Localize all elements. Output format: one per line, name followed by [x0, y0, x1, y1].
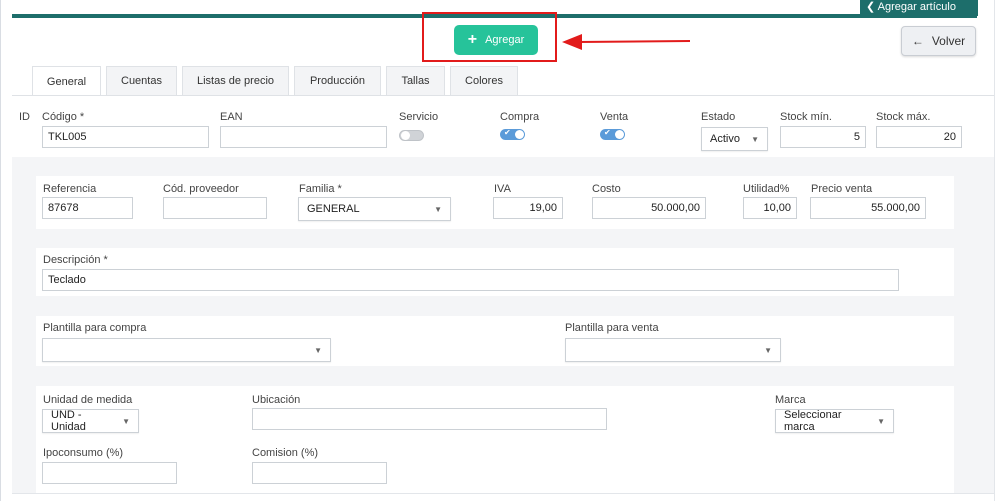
caret-down-icon: ▼ [314, 345, 322, 355]
utilidad-input[interactable]: 10,00 [743, 197, 797, 219]
estado-label: Estado [701, 111, 736, 123]
ipoconsumo-label: Ipoconsumo (%) [43, 447, 124, 459]
cod-proveedor-input[interactable] [163, 197, 267, 219]
caret-down-icon: ▼ [434, 204, 442, 214]
marca-value: Seleccionar marca [784, 409, 842, 433]
add-button-label: Agregar [485, 34, 525, 46]
tabs-divider [12, 95, 994, 96]
servicio-label: Servicio [399, 111, 439, 123]
iva-input[interactable]: 19,00 [493, 197, 563, 219]
back-button-label: Volver [931, 34, 966, 48]
plantilla-compra-select[interactable]: ▼ [42, 338, 331, 362]
check-icon: ✔ [504, 128, 511, 137]
tab-general[interactable]: General [32, 66, 101, 96]
tab-label: Listas de precio [196, 75, 275, 87]
cod-proveedor-label: Cód. proveedor [163, 183, 239, 195]
compra-label: Compra [500, 111, 540, 123]
tab-label: Colores [465, 75, 503, 87]
unidad-select[interactable]: UND - Unidad ▼ [42, 409, 139, 433]
marca-label: Marca [775, 394, 806, 406]
header-badge-label: Agregar artículo [877, 1, 956, 13]
plantilla-compra-label: Plantilla para compra [43, 322, 147, 334]
ubicacion-label: Ubicación [252, 394, 301, 406]
tab-label: General [46, 75, 87, 88]
back-button[interactable]: ← Volver [901, 26, 976, 56]
descripcion-label: Descripción * [43, 254, 108, 266]
precio-venta-input[interactable]: 55.000,00 [810, 197, 926, 219]
codigo-input[interactable]: TKL005 [42, 126, 209, 148]
plantilla-venta-label: Plantilla para venta [565, 322, 659, 334]
unidad-value: UND - Unidad [51, 409, 86, 433]
referencia-input[interactable]: 87678 [42, 197, 133, 219]
tab-colores[interactable]: Colores [450, 66, 518, 95]
stock-min-input[interactable]: 5 [780, 126, 866, 148]
venta-label: Venta [600, 111, 629, 123]
caret-down-icon: ▼ [751, 134, 759, 144]
caret-down-icon: ▼ [122, 416, 130, 426]
marca-select[interactable]: Seleccionar marca ▼ [775, 409, 894, 433]
tab-label: Producción [309, 75, 366, 87]
comision-input[interactable] [252, 462, 387, 484]
plantilla-venta-select[interactable]: ▼ [565, 338, 781, 362]
back-arrow-icon: ❮ [866, 1, 876, 13]
ipoconsumo-input[interactable] [42, 462, 177, 484]
costo-label: Costo [592, 183, 621, 195]
comision-label: Comision (%) [252, 447, 319, 459]
familia-select[interactable]: GENERAL ▼ [298, 197, 451, 221]
right-border [994, 0, 995, 501]
add-button[interactable]: + Agregar [454, 25, 538, 55]
costo-input[interactable]: 50.000,00 [592, 197, 706, 219]
ean-label: EAN [220, 111, 243, 123]
tab-tallas[interactable]: Tallas [386, 66, 445, 95]
tab-produccion[interactable]: Producción [294, 66, 381, 95]
venta-toggle[interactable]: ✔ [600, 128, 625, 140]
descripcion-input[interactable]: Teclado [42, 269, 899, 291]
unidad-label: Unidad de medida [43, 394, 133, 406]
ean-input[interactable] [220, 126, 387, 148]
estado-value: Activo [710, 133, 740, 145]
pointer-arrow-icon [562, 34, 691, 50]
plus-icon: + [467, 31, 478, 48]
id-label: ID [19, 111, 30, 123]
precio-venta-label: Precio venta [811, 183, 873, 195]
caret-down-icon: ▼ [764, 345, 772, 355]
arrow-left-icon: ← [911, 34, 924, 48]
stock-min-label: Stock mín. [780, 111, 832, 123]
estado-select[interactable]: Activo ▼ [701, 127, 768, 151]
tab-cuentas[interactable]: Cuentas [106, 66, 177, 95]
check-icon: ✔ [604, 128, 611, 137]
referencia-label: Referencia [43, 183, 97, 195]
bottom-divider [12, 493, 994, 494]
header-badge[interactable]: ❮ Agregar artículo [860, 0, 978, 16]
compra-toggle[interactable]: ✔ [500, 128, 525, 140]
stock-max-input[interactable]: 20 [876, 126, 962, 148]
utilidad-label: Utilidad% [743, 183, 790, 195]
codigo-label: Código * [42, 111, 85, 123]
tab-label: Tallas [401, 75, 430, 87]
servicio-toggle[interactable] [399, 130, 424, 141]
tab-listas-de-precio[interactable]: Listas de precio [182, 66, 289, 95]
familia-label: Familia * [299, 183, 342, 195]
iva-label: IVA [494, 183, 511, 195]
familia-value: GENERAL [307, 203, 360, 215]
left-border [0, 0, 1, 501]
tab-label: Cuentas [121, 75, 162, 87]
stock-max-label: Stock máx. [876, 111, 931, 123]
ubicacion-input[interactable] [252, 408, 607, 430]
caret-down-icon: ▼ [877, 416, 885, 426]
